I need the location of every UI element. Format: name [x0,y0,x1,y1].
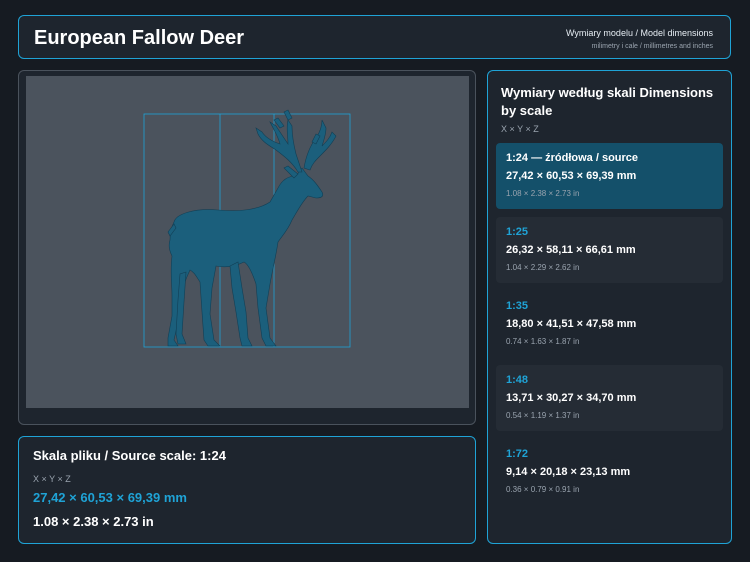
source-dimensions-in: 1.08 × 2.38 × 2.73 in [33,514,154,529]
scale-ratio: 1:25 [506,226,529,238]
scale-card-1-72[interactable]: 1:72 9,14 × 20,18 × 23,13 mm 0.36 × 0.79… [496,439,723,505]
header-subtitle: Wymiary modelu / Model dimensions [566,28,713,38]
scale-card-1-24[interactable]: 1:24 — źródłowa / source 27,42 × 60,53 ×… [496,143,723,209]
scale-ratio: 1:35 [506,300,529,312]
scales-panel: Wymiary według skali Dimensions by scale… [487,70,732,544]
scale-dimensions-mm: 9,14 × 20,18 × 23,13 mm [506,466,631,478]
header-units: milimetry i cale / millimetres and inche… [591,43,713,50]
scale-dimensions-in: 1.04 × 2.29 × 2.62 in [506,263,580,272]
scale-dimensions-mm: 18,80 × 41,51 × 47,58 mm [506,318,637,330]
scale-card-1-35[interactable]: 1:35 18,80 × 41,51 × 47,58 mm 0.74 × 1.6… [496,291,723,357]
model-viewer [18,70,476,425]
source-axes-label: X × Y × Z [33,474,71,484]
scale-dimensions-in: 0.36 × 0.79 × 0.91 in [506,485,580,494]
scales-axes-label: X × Y × Z [501,124,539,134]
model-viewport[interactable] [26,76,469,408]
scale-ratio: 1:72 [506,448,529,460]
deer-model-icon [143,109,351,348]
scale-dimensions-in: 0.74 × 1.63 × 1.87 in [506,337,580,346]
header-panel: European Fallow Deer Wymiary modelu / Mo… [18,15,731,59]
scale-dimensions-mm: 26,32 × 58,11 × 66,61 mm [506,244,636,256]
deer-silhouette [167,109,337,347]
scale-ratio: 1:48 [506,374,529,386]
scale-dimensions-in: 1.08 × 2.38 × 2.73 in [506,189,580,198]
scale-ratio: 1:24 — źródłowa / source [506,152,639,164]
scale-card-1-48[interactable]: 1:48 13,71 × 30,27 × 34,70 mm 0.54 × 1.1… [496,365,723,431]
page-title: European Fallow Deer [34,27,245,49]
source-scale-heading: Skala pliku / Source scale: 1:24 [33,448,226,463]
scale-dimensions-mm: 27,42 × 60,53 × 69,39 mm [506,170,637,182]
scales-heading: Wymiary według skali Dimensions by scale [501,85,714,118]
source-dimensions-mm: 27,42 × 60,53 × 69,39 mm [33,490,187,505]
source-scale-panel: Skala pliku / Source scale: 1:24 X × Y ×… [18,436,476,544]
scale-card-1-25[interactable]: 1:25 26,32 × 58,11 × 66,61 mm 1.04 × 2.2… [496,217,723,283]
scale-dimensions-in: 0.54 × 1.19 × 1.37 in [506,411,580,420]
scale-dimensions-mm: 13,71 × 30,27 × 34,70 mm [506,392,637,404]
